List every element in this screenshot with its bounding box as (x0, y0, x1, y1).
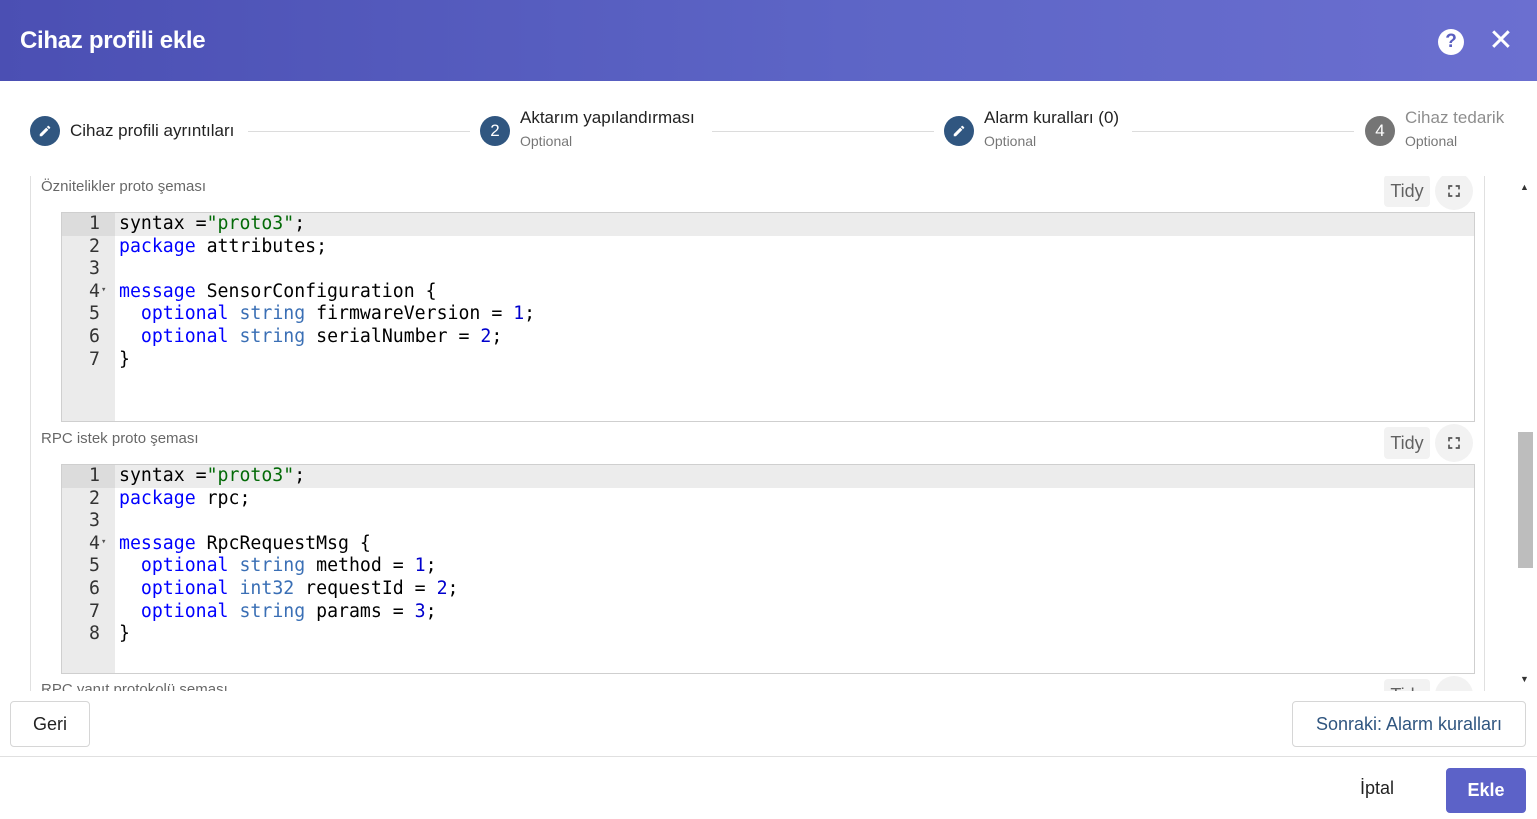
step-transport-config[interactable]: 2 Aktarım yapılandırması Optional (480, 108, 695, 149)
code-text: optional int32 requestId = 2; (140, 577, 459, 599)
code-text: } (119, 623, 130, 645)
tidy-button[interactable]: Tidy (1384, 679, 1430, 691)
code-text: syntax ="proto3"; (119, 465, 306, 486)
attributes-proto-label: Öznitelikler proto şeması (41, 178, 207, 195)
attributes-proto-editor[interactable]: 1 syntax ="proto3"; 2 package attributes; 3 4… (61, 212, 1475, 422)
code-line[interactable]: 5 optional string firmwareVersion = 1; (62, 303, 1474, 326)
code-line[interactable]: 1 syntax ="proto3"; (62, 213, 1474, 236)
step-label: Alarm kuralları (0) (984, 108, 1120, 127)
line-number: 3 (89, 510, 100, 532)
line-number: 2 (89, 235, 100, 257)
content-scrollbar[interactable]: ▲ ▼ (1515, 176, 1537, 691)
code-text: package attributes; (119, 235, 328, 257)
code-text: optional string params = 3; (140, 600, 437, 622)
scrollbar-thumb[interactable] (1518, 432, 1533, 568)
code-text: message SensorConfiguration { (119, 280, 437, 302)
footer-divider (0, 756, 1537, 757)
tidy-button[interactable]: Tidy (1384, 427, 1430, 459)
step-connector (1132, 131, 1354, 132)
code-line[interactable]: 8} (62, 623, 1474, 646)
code-line[interactable]: 7 optional string params = 3; (62, 601, 1474, 624)
transport-config-content: Öznitelikler proto şeması Tidy 1 syntax =… (30, 176, 1485, 691)
cancel-button[interactable]: İptal (1360, 778, 1394, 799)
line-number: 4 (89, 280, 100, 302)
fullscreen-icon[interactable] (1435, 424, 1473, 462)
line-number: 6 (89, 577, 100, 599)
code-line[interactable]: 6 optional string serialNumber = 2; (62, 326, 1474, 349)
rpc-response-proto-label: RPC yanıt protokolü şeması (41, 681, 228, 691)
fullscreen-icon[interactable] (1435, 176, 1473, 210)
step-alarm-rules[interactable]: Alarm kuralları (0) Optional (944, 108, 1119, 149)
line-number: 5 (89, 303, 100, 325)
line-number: 7 (89, 348, 100, 370)
step-optional: Optional (1405, 133, 1458, 149)
step-number: 2 (480, 116, 510, 146)
line-number: 3 (89, 258, 100, 280)
code-line[interactable]: 4 ▾ message SensorConfiguration { (62, 281, 1474, 304)
code-line[interactable]: 3 (62, 510, 1474, 533)
code-line[interactable]: 7} (62, 349, 1474, 372)
line-number: 5 (89, 555, 100, 577)
pencil-icon (944, 116, 974, 146)
line-number: 4 (89, 532, 100, 554)
dialog-header: Cihaz profili ekle ? ✕ (0, 0, 1537, 81)
step-device-provisioning[interactable]: 4 Cihaz tedarik Optional (1365, 108, 1504, 149)
line-number: 6 (89, 325, 100, 347)
step-optional: Optional (984, 133, 1037, 149)
step-connector (712, 131, 934, 132)
line-number: 1 (89, 465, 100, 486)
code-line[interactable]: 6 optional int32 requestId = 2; (62, 578, 1474, 601)
step-optional: Optional (520, 133, 573, 149)
line-number: 1 (89, 213, 100, 234)
step-connector (248, 131, 470, 132)
back-button[interactable]: Geri (10, 701, 90, 747)
step-label: Cihaz tedarik (1405, 108, 1505, 127)
code-line[interactable]: 3 (62, 258, 1474, 281)
pencil-icon (30, 116, 60, 146)
add-button[interactable]: Ekle (1446, 768, 1526, 813)
code-line[interactable]: 2 package rpc; (62, 488, 1474, 511)
code-text: optional string serialNumber = 2; (140, 325, 503, 347)
step-label: Cihaz profili ayrıntıları (70, 121, 235, 140)
code-line[interactable]: 2 package attributes; (62, 236, 1474, 259)
step-number: 4 (1365, 116, 1395, 146)
fullscreen-icon[interactable] (1435, 676, 1473, 691)
line-number: 2 (89, 487, 100, 509)
code-line[interactable]: 5 optional string method = 1; (62, 555, 1474, 578)
code-line[interactable]: 1 syntax ="proto3"; (62, 465, 1474, 488)
rpc-request-proto-editor[interactable]: 1 syntax ="proto3"; 2 package rpc; 3 4 ▾ messag… (61, 464, 1475, 674)
close-icon[interactable]: ✕ (1488, 26, 1514, 56)
code-text: syntax ="proto3"; (119, 213, 306, 234)
rpc-request-proto-label: RPC istek proto şeması (41, 430, 199, 447)
next-alarm-rules-button[interactable]: Sonraki: Alarm kuralları (1292, 701, 1526, 747)
code-text: } (119, 348, 130, 370)
code-line[interactable]: 4 ▾ message RpcRequestMsg { (62, 533, 1474, 556)
help-icon[interactable]: ? (1438, 29, 1464, 55)
fold-arrow-icon[interactable]: ▾ (101, 531, 106, 554)
step-label: Aktarım yapılandırması (520, 108, 695, 127)
step-device-profile-details[interactable]: Cihaz profili ayrıntıları (30, 116, 234, 146)
scroll-down-icon[interactable]: ▼ (1520, 674, 1529, 684)
scroll-up-icon[interactable]: ▲ (1520, 182, 1529, 192)
line-number: 7 (89, 600, 100, 622)
line-number: 8 (89, 623, 100, 645)
code-text: optional string firmwareVersion = 1; (140, 303, 536, 325)
code-text: package rpc; (119, 487, 251, 509)
fold-arrow-icon[interactable]: ▾ (101, 279, 106, 302)
code-text: optional string method = 1; (140, 555, 437, 577)
code-text: message RpcRequestMsg { (119, 532, 371, 554)
dialog-title: Cihaz profili ekle (20, 27, 206, 54)
tidy-button[interactable]: Tidy (1384, 176, 1430, 207)
